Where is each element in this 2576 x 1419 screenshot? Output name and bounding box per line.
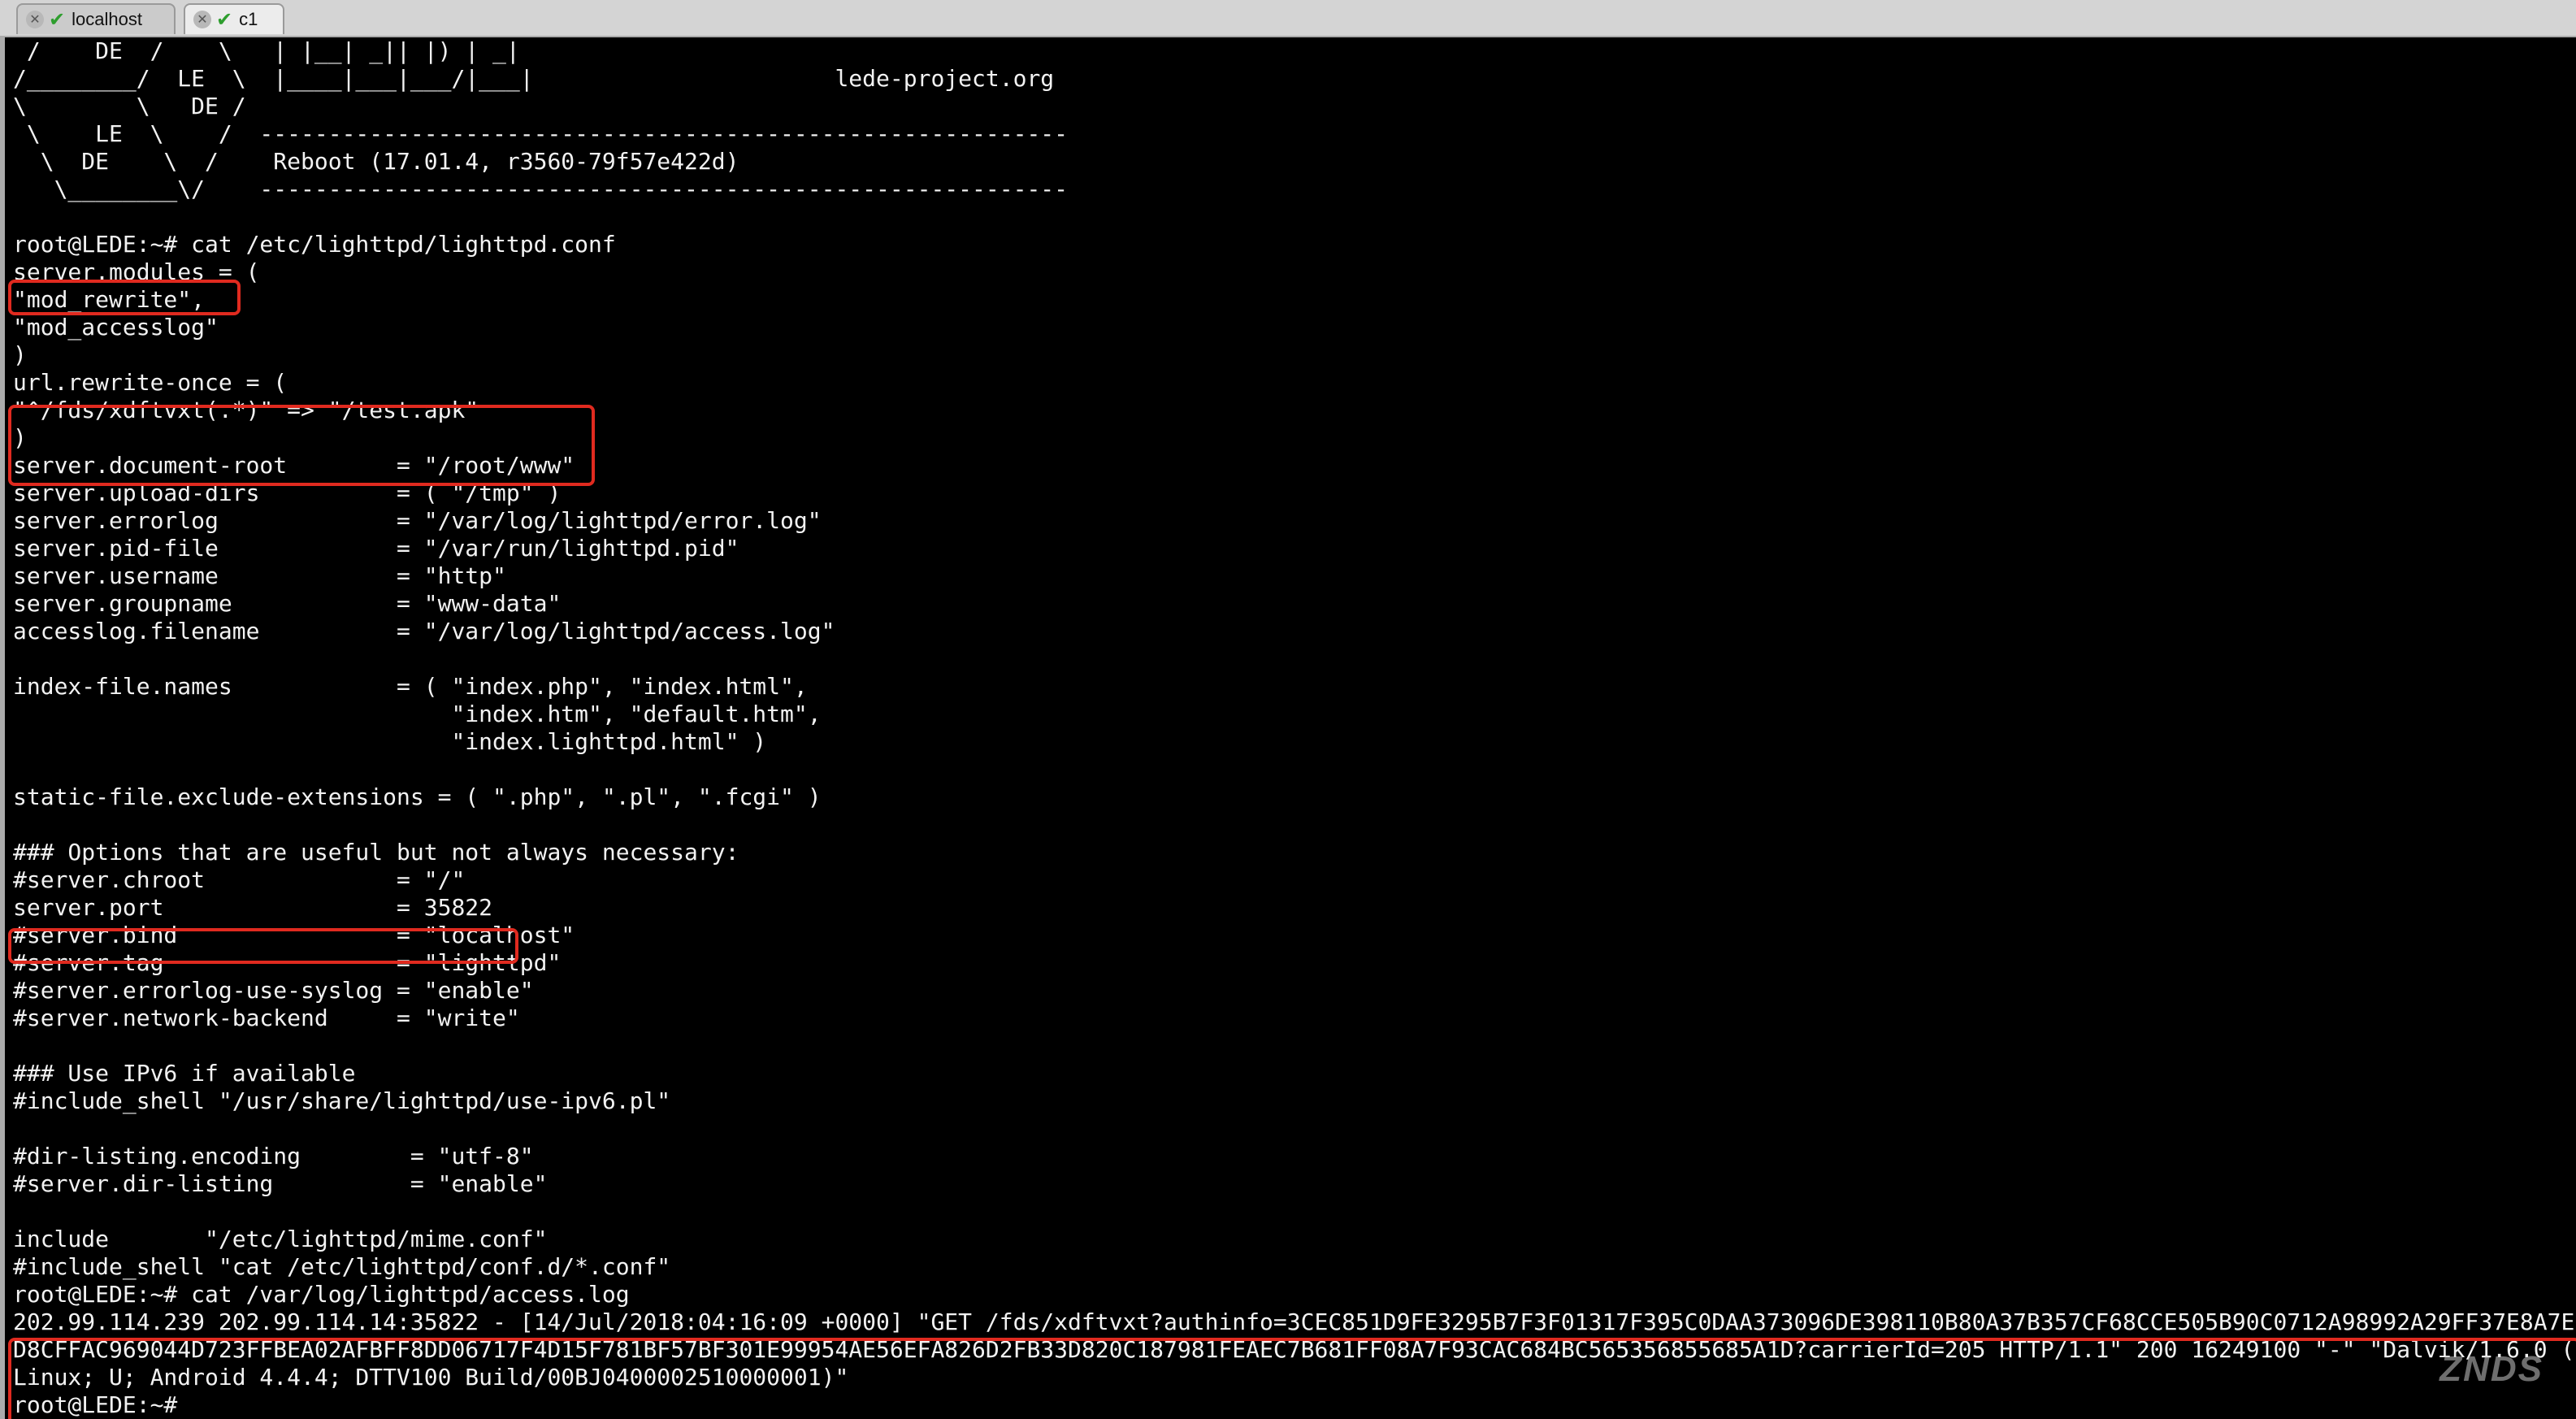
- terminal-lines: / DE / \ | |__| _|| |) | _|/________/ LE…: [13, 37, 2574, 1419]
- terminal-line: #server.errorlog-use-syslog = "enable": [13, 977, 534, 1004]
- terminal-line: accesslog.filename = "/var/log/lighttpd/…: [13, 618, 835, 644]
- terminal-line: "index.lighttpd.html" ): [13, 728, 767, 755]
- terminal-line: /________/ LE \ |____|___|___/|___| lede…: [13, 65, 1055, 92]
- terminal-line: server.modules = (: [13, 258, 260, 285]
- terminal-line: "^/fds/xdftvxt(.*)" => "/test.apk": [13, 397, 479, 423]
- terminal-line: "mod_accesslog": [13, 314, 219, 341]
- tab-label: localhost: [72, 9, 142, 29]
- terminal-line: ): [13, 341, 27, 368]
- check-icon: ✔: [49, 8, 66, 31]
- terminal-line: index-file.names = ( "index.php", "index…: [13, 673, 808, 700]
- terminal-line: / DE / \ | |__| _|| |) | _|: [13, 37, 520, 64]
- check-icon: ✔: [216, 8, 233, 31]
- terminal-line: "index.htm", "default.htm",: [13, 701, 822, 727]
- close-icon[interactable]: ✕: [193, 11, 211, 28]
- terminal-output[interactable]: / DE / \ | |__| _|| |) | _|/________/ LE…: [0, 37, 2576, 1419]
- terminal-line: static-file.exclude-extensions = ( ".php…: [13, 783, 822, 810]
- terminal-line: ### Options that are useful but not alwa…: [13, 839, 739, 866]
- terminal-line: server.pid-file = "/var/run/lighttpd.pid…: [13, 535, 739, 562]
- terminal-line: root@LEDE:~# cat /var/log/lighttpd/acces…: [13, 1281, 630, 1308]
- terminal-window: ✕ ✔ localhost ✕ ✔ c1 / DE / \ | |__| _||…: [0, 0, 2576, 1419]
- terminal-line: #server.chroot = "/": [13, 866, 466, 893]
- close-icon[interactable]: ✕: [26, 11, 44, 28]
- terminal-line: \ \ DE /: [13, 93, 246, 119]
- watermark-logo: ZNDS: [2439, 1349, 2543, 1389]
- terminal-line: "mod_rewrite",: [13, 286, 206, 313]
- terminal-line: server.document-root = "/root/www": [13, 452, 575, 479]
- terminal-line: #server.dir-listing = "enable": [13, 1170, 548, 1197]
- terminal-line: #include_shell "cat /etc/lighttpd/conf.d…: [13, 1253, 671, 1280]
- terminal-line: \________\/ ----------------------------…: [13, 176, 1069, 202]
- terminal-line: server.upload-dirs = ( "/tmp" ): [13, 480, 562, 506]
- terminal-line: #server.bind = "localhost": [13, 922, 575, 948]
- tab-c1[interactable]: ✕ ✔ c1: [184, 3, 284, 34]
- tab-localhost[interactable]: ✕ ✔ localhost: [16, 3, 176, 34]
- terminal-line: server.port = 35822: [13, 894, 493, 921]
- terminal-line: #server.network-backend = "write": [13, 1005, 520, 1031]
- terminal-line: \ DE \ / Reboot (17.01.4, r3560-79f57e42…: [13, 148, 739, 175]
- terminal-line: ### Use IPv6 if available: [13, 1060, 356, 1087]
- terminal-line: #include_shell "/usr/share/lighttpd/use-…: [13, 1087, 671, 1114]
- terminal-line: root@LEDE:~# cat /etc/lighttpd/lighttpd.…: [13, 231, 616, 258]
- terminal-line: server.errorlog = "/var/log/lighttpd/err…: [13, 507, 822, 534]
- tab-label: c1: [239, 9, 258, 29]
- terminal-line: root@LEDE:~#: [13, 1391, 178, 1418]
- terminal-line: 202.99.114.239 202.99.114.14:35822 - [14…: [13, 1308, 2575, 1335]
- terminal-line: server.username = "http": [13, 562, 506, 589]
- terminal-line: server.groupname = "www-data": [13, 590, 562, 617]
- tab-bar: ✕ ✔ localhost ✕ ✔ c1: [0, 0, 2576, 37]
- terminal-line: D8CFFAC969044D723FFBEA02AFBFF8DD06717F4D…: [13, 1336, 2575, 1363]
- terminal-line: \ LE \ / -------------------------------…: [13, 120, 1069, 147]
- terminal-line: ): [13, 424, 27, 451]
- terminal-line: Linux; U; Android 4.4.4; DTTV100 Build/0…: [13, 1364, 849, 1391]
- terminal-line: url.rewrite-once = (: [13, 369, 288, 396]
- terminal-line: #dir-listing.encoding = "utf-8": [13, 1143, 534, 1169]
- terminal-line: #server.tag = "lighttpd": [13, 949, 562, 976]
- terminal-line: include "/etc/lighttpd/mime.conf": [13, 1226, 548, 1252]
